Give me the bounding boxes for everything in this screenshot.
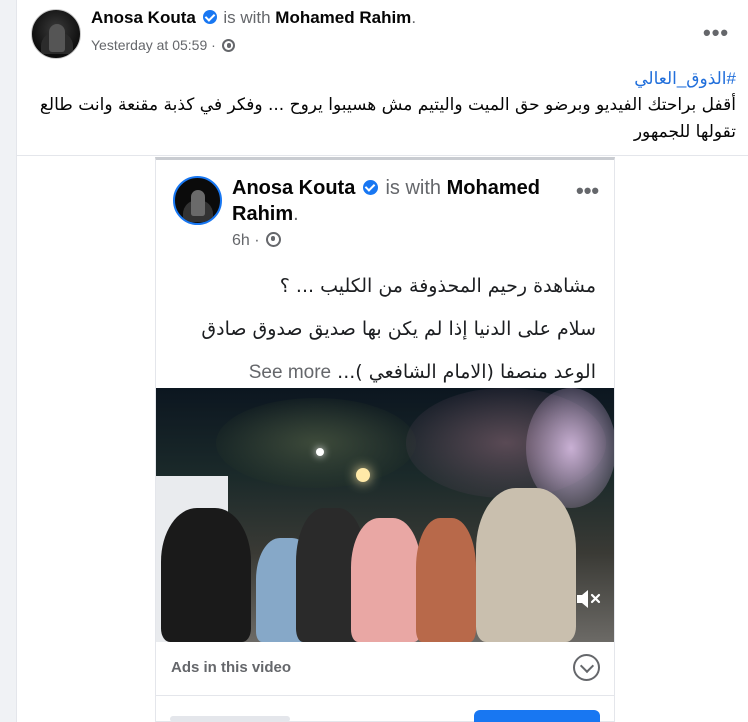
ads-label: Ads in this video bbox=[171, 659, 292, 676]
person-figure bbox=[476, 488, 576, 642]
author-avatar[interactable] bbox=[31, 9, 81, 59]
post-meta: Yesterday at 05:59 · bbox=[91, 37, 235, 53]
shared-text-line: الوعد منصفا (الامام الشافعي )... bbox=[337, 361, 596, 383]
video-player[interactable] bbox=[156, 388, 614, 642]
header-period: . bbox=[411, 8, 417, 27]
post-card: Anosa Kouta is with Mohamed Rahim. Yeste… bbox=[16, 0, 748, 722]
ads-row[interactable]: Ads in this video bbox=[156, 642, 614, 696]
shared-more-dots-icon[interactable]: ••• bbox=[576, 178, 599, 204]
cropped-footer-text bbox=[170, 716, 290, 722]
palm-foliage bbox=[216, 398, 416, 488]
shared-post[interactable]: Anosa Kouta is with Mohamed Rahim. 6h · … bbox=[155, 157, 615, 722]
shared-text-line: سلام على الدنيا إذا لم يكن بها صديق صدوق… bbox=[201, 318, 596, 340]
stage-light bbox=[316, 448, 324, 456]
see-more-link[interactable]: See more bbox=[249, 362, 331, 383]
chevron-down-icon[interactable] bbox=[573, 654, 600, 681]
shared-post-meta: 6h · bbox=[232, 230, 282, 250]
more-dots-icon[interactable]: ••• bbox=[703, 20, 729, 46]
shared-author-name[interactable]: Anosa Kouta bbox=[232, 177, 355, 199]
speaker-muted-icon[interactable] bbox=[574, 587, 602, 611]
shared-text-line: مشاهدة رحيم المحذوفة من الكليب ... ؟ bbox=[279, 275, 596, 297]
shared-author-avatar[interactable] bbox=[173, 176, 222, 225]
verified-badge-icon bbox=[362, 180, 378, 195]
shared-post-header: Anosa Kouta is with Mohamed Rahim. bbox=[232, 175, 572, 227]
with-label: is with bbox=[223, 8, 271, 27]
stage-light bbox=[356, 468, 370, 482]
hashtag-link[interactable]: #الذوق_العالي bbox=[634, 69, 736, 89]
person-figure bbox=[351, 518, 421, 642]
meta-separator: · bbox=[211, 37, 220, 53]
cropped-action-button[interactable] bbox=[474, 710, 600, 722]
person-figure bbox=[161, 508, 251, 642]
post-header: Anosa Kouta is with Mohamed Rahim. bbox=[91, 8, 416, 28]
globe-icon[interactable] bbox=[221, 39, 235, 52]
author-name[interactable]: Anosa Kouta bbox=[91, 8, 196, 27]
post-caption: أقفل براحتك الفيديو وبرضو حق الميت واليت… bbox=[39, 95, 736, 142]
shared-with-label: is with bbox=[385, 177, 442, 199]
globe-icon[interactable] bbox=[266, 232, 282, 247]
meta-separator: · bbox=[254, 232, 265, 249]
shared-post-text: مشاهدة رحيم المحذوفة من الكليب ... ؟ سلا… bbox=[176, 265, 596, 394]
shared-timestamp[interactable]: 6h bbox=[232, 232, 250, 249]
post-timestamp[interactable]: Yesterday at 05:59 bbox=[91, 37, 207, 53]
divider bbox=[17, 155, 748, 156]
shared-header-period: . bbox=[293, 203, 299, 225]
tagged-name[interactable]: Mohamed Rahim bbox=[275, 8, 411, 27]
verified-badge-icon bbox=[202, 10, 217, 24]
person-figure bbox=[416, 518, 476, 642]
